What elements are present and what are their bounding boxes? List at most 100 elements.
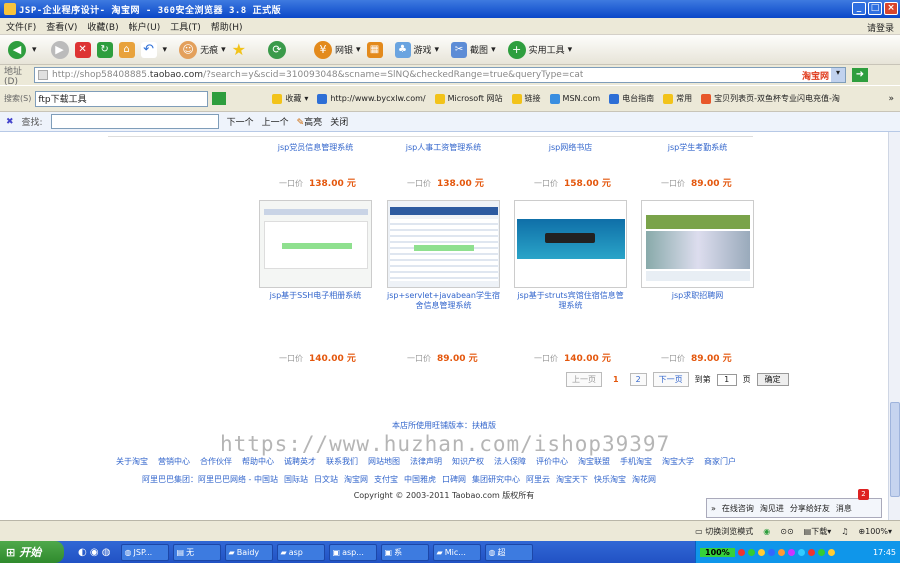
- close-button[interactable]: ×: [884, 2, 898, 15]
- footer-group-link[interactable]: 快乐淘宝: [594, 474, 626, 485]
- footer-group-link[interactable]: 口碑网: [442, 474, 466, 485]
- footer-link[interactable]: 网站地图: [368, 456, 400, 467]
- footer-group-link[interactable]: 淘花网: [632, 474, 656, 485]
- tray-icon[interactable]: [787, 548, 795, 556]
- menu-view[interactable]: 查看(V): [46, 20, 77, 33]
- menu-favorites[interactable]: 收藏(B): [87, 20, 118, 33]
- undo-dropdown-icon[interactable]: ▾: [163, 45, 168, 55]
- search-input[interactable]: ftp下载工具: [35, 90, 209, 107]
- footer-group-link[interactable]: 阿里云: [526, 474, 550, 485]
- address-bar[interactable]: http://shop58408885.taobao.com/?search=y…: [34, 67, 846, 83]
- find-close-button[interactable]: 关闭: [330, 115, 348, 128]
- messages-button[interactable]: 消息: [836, 503, 852, 514]
- footer-link[interactable]: 法律声明: [410, 456, 442, 467]
- switch-mode-button[interactable]: ▭ 切换浏览模式: [695, 526, 753, 537]
- login-link[interactable]: 请登录: [867, 21, 894, 34]
- toggle-icon[interactable]: ⊙⊙: [780, 527, 793, 536]
- page-2-link[interactable]: 2: [629, 373, 647, 386]
- footer-group-link[interactable]: 淘宝天下: [556, 474, 588, 485]
- tray-icon[interactable]: [827, 548, 835, 556]
- online-consult-button[interactable]: 在线咨询: [722, 503, 754, 514]
- footer-group-link[interactable]: 国际站: [284, 474, 308, 485]
- address-dropdown-icon[interactable]: ▾: [831, 68, 845, 82]
- footer-link[interactable]: 诚聘英才: [284, 456, 316, 467]
- share-friends-button[interactable]: 分享给好友: [790, 503, 830, 514]
- footer-group-link[interactable]: 支付宝: [374, 474, 398, 485]
- taskbar-item[interactable]: ▰ Mic...: [432, 543, 481, 561]
- start-button[interactable]: ⊞ 开始: [0, 541, 64, 563]
- bank-button[interactable]: ¥ 网银 ▾: [313, 40, 361, 59]
- taskbar-item[interactable]: ▣ 系: [380, 543, 429, 561]
- menu-file[interactable]: 文件(F): [6, 20, 36, 33]
- product-thumbnail[interactable]: [514, 200, 627, 288]
- footer-link[interactable]: 商家门户: [704, 456, 736, 467]
- taskbar-item[interactable]: ▰ Baidy: [224, 543, 273, 561]
- taskbar-item[interactable]: ◍ JSP...: [120, 543, 169, 561]
- footer-link[interactable]: 关于淘宝: [116, 456, 148, 467]
- home-icon[interactable]: ⌂: [118, 41, 135, 58]
- more-favorites-icon[interactable]: »: [888, 94, 894, 104]
- tray-icon[interactable]: [807, 548, 815, 556]
- product-card[interactable]: jsp+servlet+javabean学生宿舍信息管理系统 一口价 89.00 …: [387, 200, 500, 364]
- fav-microsoft[interactable]: Microsoft 网站: [434, 93, 503, 104]
- footer-link[interactable]: 评价中心: [536, 456, 568, 467]
- taskbar-item[interactable]: ◍ 超: [484, 543, 533, 561]
- product-card[interactable]: jsp学生考勤系统 一口价 89.00 元: [641, 140, 754, 189]
- footer-link[interactable]: 知识产权: [452, 456, 484, 467]
- fav-links[interactable]: 链接: [511, 93, 541, 104]
- scrollbar-thumb[interactable]: [890, 402, 900, 497]
- fav-collect[interactable]: 收藏 ▾: [272, 93, 308, 104]
- product-card[interactable]: jsp基于SSH电子相册系统 一口价 140.00 元: [259, 200, 372, 364]
- footer-group-link[interactable]: 日文站: [314, 474, 338, 485]
- product-name[interactable]: jsp党员信息管理系统: [259, 143, 372, 153]
- tray-icon[interactable]: [757, 548, 765, 556]
- back-dropdown-icon[interactable]: ▾: [32, 45, 37, 55]
- footer-link[interactable]: 联系我们: [326, 456, 358, 467]
- footer-link[interactable]: 淘宝大学: [662, 456, 694, 467]
- find-close-icon[interactable]: ✖: [6, 117, 14, 127]
- footer-link[interactable]: 营销中心: [158, 456, 190, 467]
- zoom-control[interactable]: ⊕100%▾: [858, 527, 892, 536]
- footer-group-link[interactable]: 集团研究中心: [472, 474, 520, 485]
- tray-icon[interactable]: [737, 548, 745, 556]
- footer-group-link[interactable]: 淘宝网: [344, 474, 368, 485]
- product-card[interactable]: jsp求职招聘网 一口价 89.00 元: [641, 200, 754, 364]
- page-input[interactable]: 1: [716, 373, 737, 386]
- collapse-icon[interactable]: »: [711, 504, 716, 513]
- footer-link[interactable]: 帮助中心: [242, 456, 274, 467]
- product-name[interactable]: jsp基于SSH电子相册系统: [259, 291, 372, 301]
- product-name[interactable]: jsp人事工资管理系统: [387, 143, 500, 153]
- product-name[interactable]: jsp网络书店: [514, 143, 627, 153]
- stop-icon[interactable]: ✕: [74, 41, 91, 58]
- download-button[interactable]: ▤下载▾: [804, 526, 832, 537]
- go-button[interactable]: ➜: [852, 68, 868, 82]
- menu-help[interactable]: 帮助(H): [211, 20, 243, 33]
- clock[interactable]: 17:45: [873, 548, 896, 557]
- highlight-button[interactable]: ✎高亮: [297, 115, 323, 128]
- prev-page-button[interactable]: 上一页: [566, 372, 602, 387]
- forward-icon[interactable]: ▶: [50, 40, 69, 59]
- next-page-button[interactable]: 下一页: [652, 372, 689, 387]
- screenshot-button[interactable]: ✂ 截图 ▾: [451, 41, 496, 58]
- tray-icon[interactable]: [777, 548, 785, 556]
- taskbar-item[interactable]: ▣ asp...: [328, 543, 377, 561]
- undo-icon[interactable]: ↶: [140, 41, 157, 58]
- menu-account[interactable]: 帐户(U): [129, 20, 161, 33]
- game-button[interactable]: ♣ 游戏 ▾: [394, 41, 439, 58]
- tray-icon[interactable]: [767, 548, 775, 556]
- fav-msn[interactable]: MSN.com: [549, 93, 600, 104]
- product-thumbnail[interactable]: [259, 200, 372, 288]
- product-card[interactable]: jsp人事工资管理系统 一口价 138.00 元: [387, 140, 500, 189]
- fav-common[interactable]: 常用: [663, 93, 692, 104]
- footer-link[interactable]: 合作伙伴: [200, 456, 232, 467]
- product-name[interactable]: jsp求职招聘网: [641, 291, 754, 301]
- footer-link[interactable]: 淘宝联盟: [578, 456, 610, 467]
- footer-link[interactable]: 法人保障: [494, 456, 526, 467]
- fav-taobao-list[interactable]: 宝贝列表页-双鱼杯专业闪电充值-淘: [701, 93, 840, 104]
- speed-icon[interactable]: ◉: [763, 527, 770, 536]
- refresh-icon[interactable]: ↻: [96, 41, 113, 58]
- menu-tools[interactable]: 工具(T): [170, 20, 201, 33]
- product-card[interactable]: jsp党员信息管理系统 一口价 138.00 元: [259, 140, 372, 189]
- search-go-button[interactable]: [212, 92, 227, 105]
- product-name[interactable]: jsp基于struts宾馆住宿信息管理系统: [514, 291, 627, 311]
